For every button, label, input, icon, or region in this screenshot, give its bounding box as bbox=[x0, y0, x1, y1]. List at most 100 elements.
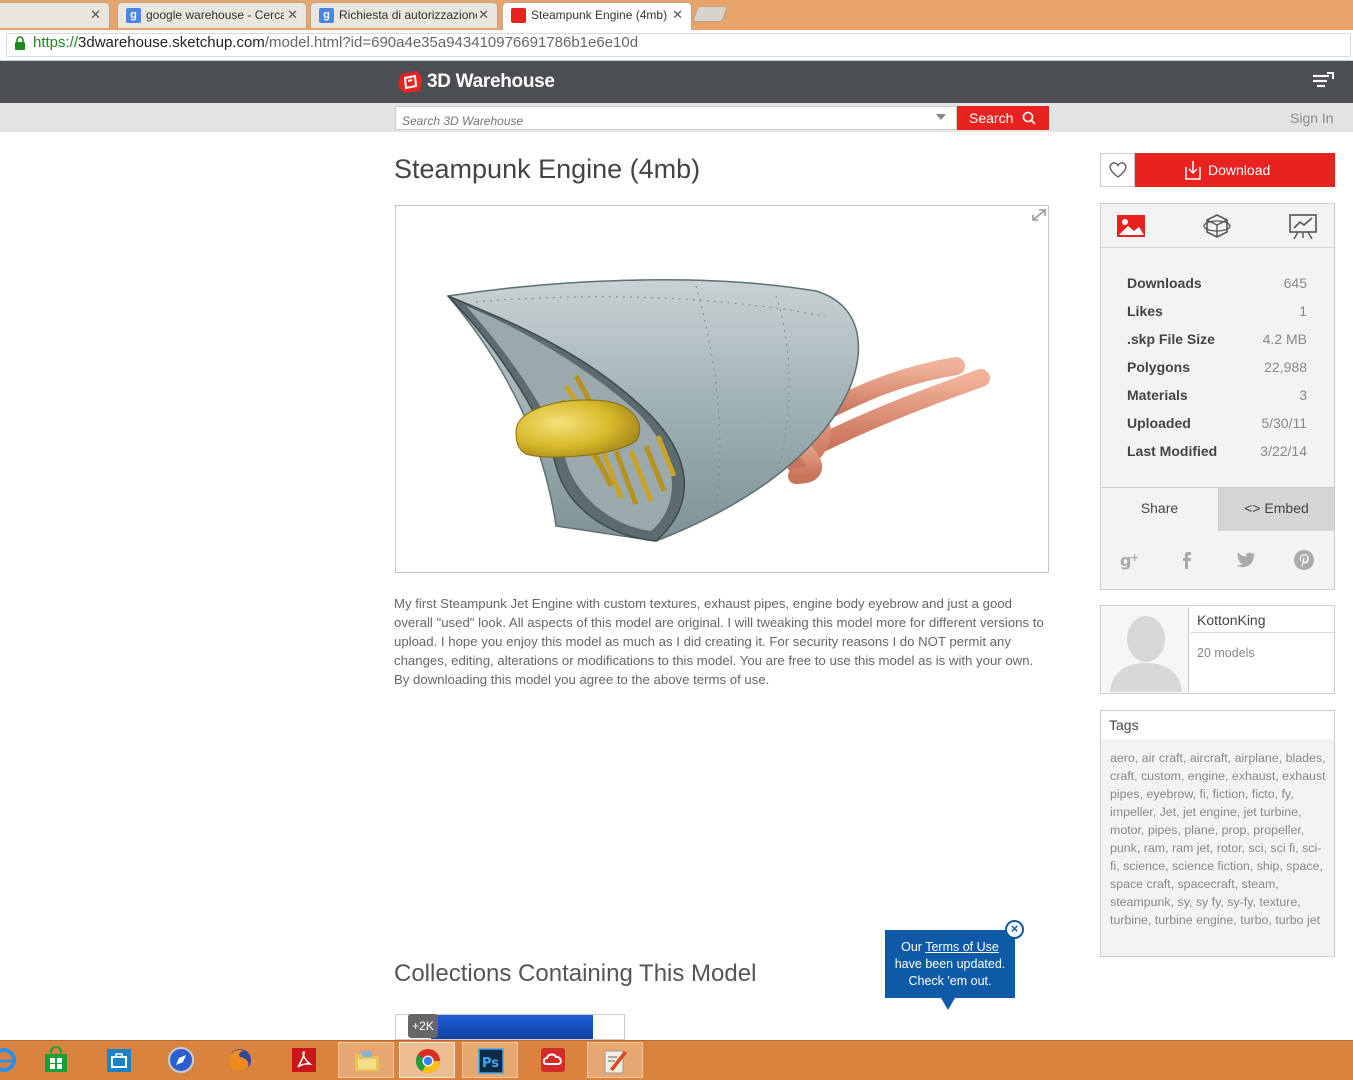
firefox-icon bbox=[229, 1049, 251, 1071]
taskbar-store[interactable] bbox=[28, 1042, 84, 1078]
tab-label: Richiesta di autorizzazione bbox=[339, 8, 477, 22]
terms-notice-line3: Check 'em out. bbox=[908, 974, 992, 988]
site-logo-text[interactable]: 3D Warehouse bbox=[427, 71, 555, 93]
taskbar-file-explorer[interactable] bbox=[338, 1042, 394, 1078]
sketchup-icon bbox=[604, 1050, 627, 1074]
tab-close-icon[interactable]: ✕ bbox=[672, 7, 683, 23]
site-header bbox=[0, 61, 1353, 103]
browser-tab-1[interactable]: ✕ bbox=[0, 2, 110, 28]
tab-embed[interactable]: <> Embed bbox=[1218, 487, 1334, 531]
stat-value-downloads: 645 bbox=[1283, 275, 1307, 291]
download-button[interactable]: Download bbox=[1135, 153, 1335, 187]
sign-in-link[interactable]: Sign In bbox=[1290, 110, 1334, 126]
lock-icon bbox=[15, 36, 25, 50]
download-icon bbox=[1185, 161, 1201, 180]
menu-icon[interactable] bbox=[1311, 70, 1335, 92]
google-favicon-icon: g bbox=[319, 8, 334, 23]
image-view-icon[interactable] bbox=[1116, 212, 1146, 240]
stat-label-last-modified: Last Modified bbox=[1127, 443, 1218, 459]
page-title: Steampunk Engine (4mb) bbox=[394, 154, 701, 184]
search-dropdown-caret-icon[interactable] bbox=[936, 114, 946, 120]
collections-heading: Collections Containing This Model bbox=[394, 960, 757, 987]
svg-text:Ps: Ps bbox=[482, 1056, 499, 1071]
taskbar-chrome[interactable] bbox=[399, 1042, 455, 1078]
terms-notice: Our Terms of Use have been updated. Chec… bbox=[885, 930, 1015, 998]
safari-icon bbox=[168, 1047, 194, 1073]
search-input[interactable] bbox=[395, 106, 957, 130]
terms-notice-prefix: Our bbox=[901, 940, 926, 954]
twitter-icon[interactable] bbox=[1235, 549, 1257, 571]
taskbar-acrobat[interactable] bbox=[276, 1042, 332, 1078]
stat-label-polygons: Polygons bbox=[1127, 359, 1191, 375]
author-name[interactable]: KottonKing bbox=[1197, 612, 1266, 628]
tab-close-icon[interactable]: ✕ bbox=[287, 7, 298, 23]
chrome-icon bbox=[415, 1049, 440, 1074]
file-explorer-icon bbox=[355, 1051, 379, 1071]
stat-value-likes: 1 bbox=[1299, 303, 1307, 319]
avatar[interactable] bbox=[1102, 607, 1189, 692]
collection-count-badge: +2K bbox=[408, 1014, 438, 1038]
tab-share[interactable]: Share bbox=[1101, 487, 1218, 531]
stat-label-file-size: .skp File Size bbox=[1127, 331, 1215, 347]
taskbar-briefcase[interactable] bbox=[91, 1042, 147, 1078]
ie-icon bbox=[0, 1048, 16, 1072]
pinterest-icon[interactable] bbox=[1293, 549, 1315, 571]
taskbar-firefox[interactable] bbox=[212, 1042, 268, 1078]
stat-value-uploaded: 5/30/11 bbox=[1261, 415, 1307, 431]
url-text[interactable]: https://3dwarehouse.sketchup.com/model.h… bbox=[33, 34, 638, 51]
divider bbox=[1190, 632, 1334, 633]
terms-notice-pointer bbox=[941, 998, 955, 1010]
browser-tab-3[interactable]: g Richiesta di autorizzazione ✕ bbox=[310, 2, 498, 28]
search-icon bbox=[1022, 111, 1036, 125]
url-path: /model.html?id=690a4e35a943410976691786b… bbox=[264, 34, 639, 51]
taskbar-creative-cloud[interactable] bbox=[525, 1042, 581, 1078]
search-button-label: Search bbox=[969, 110, 1014, 126]
new-tab-button[interactable] bbox=[692, 6, 728, 22]
photoshop-icon: Ps bbox=[478, 1048, 504, 1074]
author-model-count[interactable]: 20 models bbox=[1197, 646, 1255, 660]
tab-close-icon[interactable]: ✕ bbox=[478, 7, 489, 23]
tab-close-icon[interactable]: ✕ bbox=[90, 7, 101, 23]
stat-value-polygons: 22,988 bbox=[1264, 359, 1307, 375]
google-plus-icon[interactable]: g + bbox=[1119, 549, 1141, 571]
3d-warehouse-logo-icon[interactable] bbox=[397, 70, 423, 94]
url-scheme: https:// bbox=[33, 34, 79, 51]
store-icon bbox=[45, 1046, 67, 1072]
model-preview-viewer[interactable] bbox=[395, 205, 1049, 573]
acrobat-icon bbox=[292, 1048, 316, 1072]
stat-value-file-size: 4.2 MB bbox=[1262, 331, 1307, 347]
url-host: 3dwarehouse.sketchup.com bbox=[78, 34, 265, 51]
heart-icon bbox=[1109, 162, 1127, 178]
browser-tab-active[interactable]: Steampunk Engine (4mb) ✕ bbox=[502, 2, 692, 30]
svg-text:+: + bbox=[1130, 551, 1139, 564]
tags-list[interactable]: aero, air craft, aircraft, airplane, bla… bbox=[1110, 749, 1326, 929]
like-button[interactable] bbox=[1100, 153, 1135, 187]
stat-value-last-modified: 3/22/14 bbox=[1260, 443, 1307, 459]
google-favicon-icon: g bbox=[126, 8, 141, 23]
model-description: My first Steampunk Jet Engine with custo… bbox=[394, 596, 1044, 687]
collection-thumbnail bbox=[431, 1015, 593, 1039]
terms-of-use-link[interactable]: Terms of Use bbox=[925, 940, 999, 954]
terms-notice-line2: have been updated. bbox=[894, 957, 1006, 971]
tab-label: google warehouse - Cerca bbox=[146, 8, 284, 22]
stat-label-uploaded: Uploaded bbox=[1127, 415, 1191, 431]
fullscreen-expand-icon[interactable] bbox=[1030, 207, 1048, 223]
download-button-label: Download bbox=[1208, 162, 1271, 178]
3d-view-icon[interactable] bbox=[1202, 212, 1232, 240]
presentation-icon[interactable] bbox=[1288, 212, 1318, 240]
divider bbox=[1101, 247, 1334, 248]
taskbar-sketchup[interactable] bbox=[587, 1042, 643, 1078]
stat-value-materials: 3 bbox=[1299, 387, 1307, 403]
facebook-icon[interactable] bbox=[1177, 549, 1199, 571]
creative-cloud-icon bbox=[541, 1048, 565, 1072]
stat-label-downloads: Downloads bbox=[1127, 275, 1202, 291]
taskbar-photoshop[interactable]: Ps bbox=[462, 1042, 518, 1078]
stat-label-likes: Likes bbox=[1127, 303, 1163, 319]
taskbar-safari[interactable] bbox=[153, 1042, 209, 1078]
close-icon[interactable]: × bbox=[1005, 920, 1024, 939]
3d-warehouse-favicon-icon bbox=[511, 8, 526, 23]
user-silhouette-icon bbox=[1110, 616, 1182, 692]
tags-title: Tags bbox=[1109, 717, 1139, 733]
browser-tab-2[interactable]: g google warehouse - Cerca ✕ bbox=[117, 2, 307, 28]
stat-label-materials: Materials bbox=[1127, 387, 1188, 403]
